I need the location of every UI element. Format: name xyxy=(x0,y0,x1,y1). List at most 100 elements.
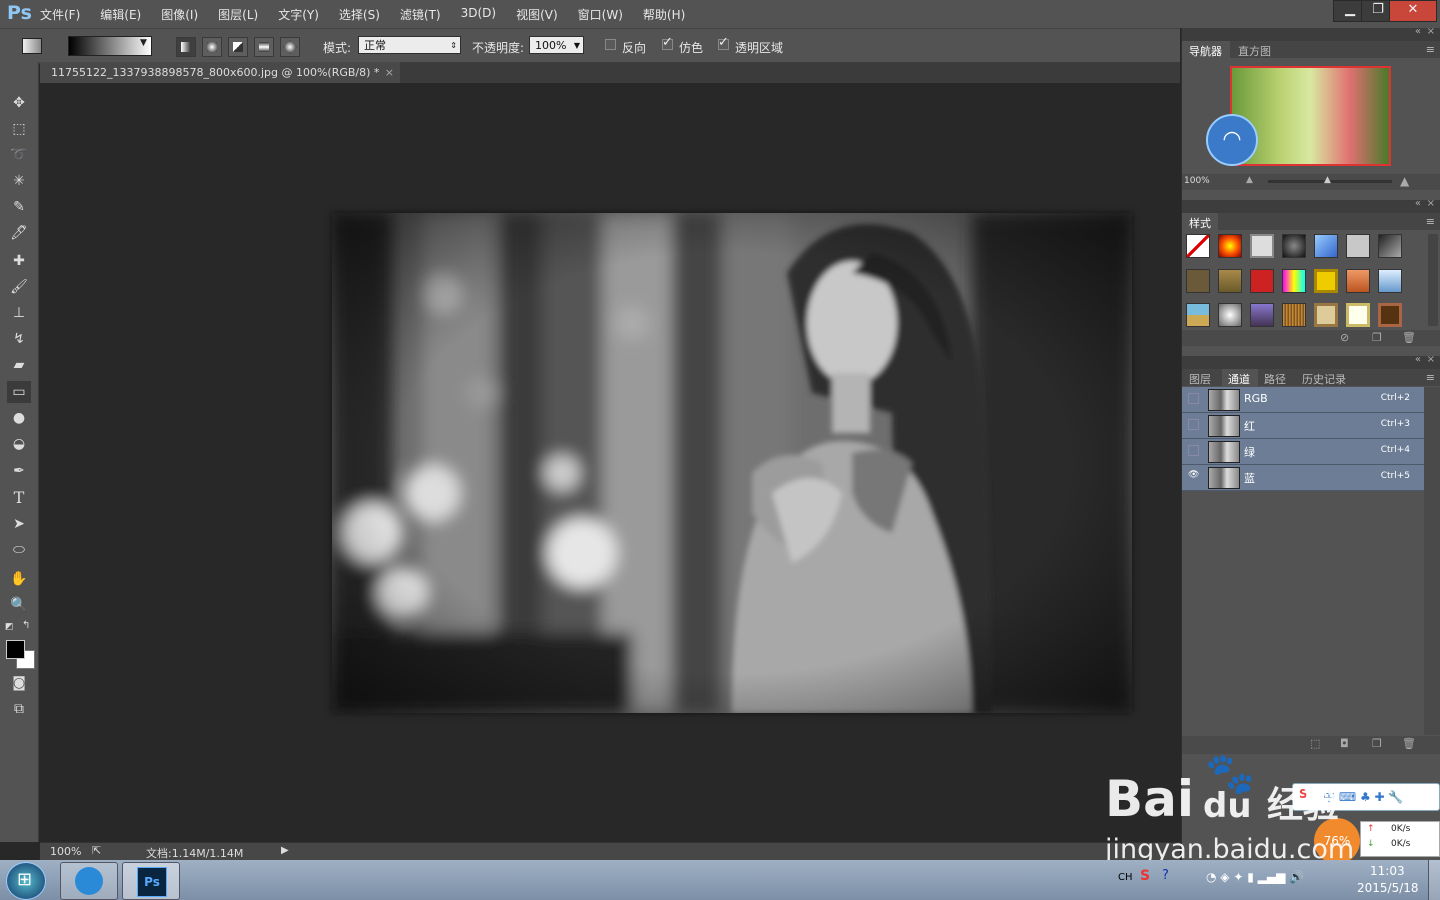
tab-history[interactable]: 历史记录 xyxy=(1302,371,1346,387)
menu-image[interactable]: 图像(I) xyxy=(161,6,198,23)
history-brush-icon[interactable]: ↯ xyxy=(7,328,31,350)
close-icon[interactable]: × xyxy=(1427,26,1435,37)
collapse-icon[interactable]: « xyxy=(1415,354,1421,365)
menu-view[interactable]: 视图(V) xyxy=(516,6,558,23)
taskbar-app-photoshop[interactable]: Ps xyxy=(122,862,180,900)
zoom-slider-handle[interactable]: ▲ xyxy=(1324,175,1331,185)
style-swatch[interactable] xyxy=(1218,268,1242,293)
clear-style-icon[interactable]: ⊘ xyxy=(1340,331,1349,344)
transparency-checkbox[interactable] xyxy=(718,35,729,50)
style-swatch[interactable] xyxy=(1218,303,1242,328)
hand-tool-icon[interactable]: ✋ xyxy=(7,568,31,590)
eye-icon[interactable]: 👁 xyxy=(1188,471,1199,482)
linear-gradient-button[interactable] xyxy=(176,37,196,57)
start-button[interactable]: ⊞ xyxy=(6,862,46,900)
lasso-tool-icon[interactable]: ➰ xyxy=(7,144,31,166)
taskbar-app-browser[interactable] xyxy=(60,862,118,900)
reflected-gradient-button[interactable] xyxy=(254,37,274,57)
style-none[interactable] xyxy=(1186,234,1210,258)
gradient-tool-icon[interactable] xyxy=(22,38,42,54)
menu-help[interactable]: 帮助(H) xyxy=(643,6,685,23)
chevron-down-icon[interactable]: ▼ xyxy=(140,38,147,48)
channel-row[interactable]: 绿 Ctrl+4 xyxy=(1182,439,1424,465)
crop-tool-icon[interactable]: ✎ xyxy=(7,196,31,218)
close-icon[interactable]: × xyxy=(1427,198,1435,209)
ellipse-tool-icon[interactable]: ⬭ xyxy=(7,539,31,561)
dither-checkbox[interactable] xyxy=(662,35,673,50)
swap-colors-icon[interactable]: ↰ xyxy=(22,620,30,631)
menu-file[interactable]: 文件(F) xyxy=(40,6,80,23)
menu-layer[interactable]: 图层(L) xyxy=(218,6,258,23)
stamp-tool-icon[interactable]: ⊥ xyxy=(7,302,31,324)
style-swatch[interactable] xyxy=(1314,234,1338,258)
style-swatch[interactable] xyxy=(1186,303,1210,328)
help-icon[interactable]: ? xyxy=(1162,868,1169,883)
foreground-color-swatch[interactable] xyxy=(6,640,25,659)
zoom-tool-icon[interactable]: 🔍 xyxy=(7,594,31,616)
show-desktop-button[interactable] xyxy=(1428,860,1440,900)
navigator-zoom-value[interactable]: 100% xyxy=(1184,176,1210,186)
style-swatch[interactable] xyxy=(1250,268,1274,293)
style-swatch[interactable] xyxy=(1346,268,1370,293)
style-swatch[interactable] xyxy=(1282,268,1306,293)
tab-channels[interactable]: 通道 xyxy=(1228,371,1250,387)
eraser-tool-icon[interactable]: ▰ xyxy=(7,354,31,376)
healing-brush-icon[interactable]: ✚ xyxy=(7,250,31,272)
opacity-input[interactable]: 100% ▼ xyxy=(529,36,584,54)
new-channel-icon[interactable]: ❐ xyxy=(1372,737,1382,750)
eyedropper-icon[interactable]: 🖊 xyxy=(7,222,31,244)
document-image[interactable] xyxy=(332,213,1132,713)
style-swatch[interactable] xyxy=(1282,234,1306,258)
visibility-toggle[interactable] xyxy=(1188,393,1199,404)
close-icon[interactable]: × xyxy=(385,62,394,83)
channels-scrollbar[interactable] xyxy=(1424,387,1440,735)
style-swatch[interactable] xyxy=(1282,303,1306,328)
style-swatch[interactable] xyxy=(1186,268,1210,293)
tab-paths[interactable]: 路径 xyxy=(1264,371,1286,387)
load-selection-icon[interactable]: ⬚ xyxy=(1310,737,1320,750)
menu-window[interactable]: 窗口(W) xyxy=(578,6,623,23)
style-swatch[interactable] xyxy=(1314,268,1338,293)
collapse-icon[interactable]: « xyxy=(1415,198,1421,209)
panel-menu-icon[interactable]: ≡ xyxy=(1426,43,1435,56)
menu-filter[interactable]: 滤镜(T) xyxy=(400,6,441,23)
screen-mode-icon[interactable]: ⧉ xyxy=(7,698,31,720)
radial-gradient-button[interactable] xyxy=(202,37,222,57)
close-icon[interactable]: × xyxy=(1427,354,1435,365)
style-swatch[interactable] xyxy=(1314,303,1338,328)
style-swatch[interactable] xyxy=(1378,303,1402,328)
style-swatch[interactable] xyxy=(1378,268,1402,293)
sogou-tray-icon[interactable]: S xyxy=(1140,868,1150,884)
tab-navigator[interactable]: 导航器 xyxy=(1189,43,1222,59)
gradient-tool-icon[interactable]: ▭ xyxy=(7,381,31,403)
angle-gradient-button[interactable] xyxy=(228,37,248,57)
trash-icon[interactable]: 🗑 xyxy=(1402,331,1416,344)
export-icon[interactable]: ⇱ xyxy=(92,844,101,857)
menu-select[interactable]: 选择(S) xyxy=(339,6,380,23)
brush-tool-icon[interactable]: 🖌 xyxy=(7,276,31,298)
zoom-out-icon[interactable]: ▲ xyxy=(1246,175,1253,185)
mode-select[interactable]: 正常 ⇕ xyxy=(358,36,461,54)
reverse-checkbox[interactable] xyxy=(605,39,616,50)
tab-styles[interactable]: 样式 xyxy=(1189,215,1211,231)
panel-menu-icon[interactable]: ≡ xyxy=(1426,215,1435,228)
diamond-gradient-button[interactable] xyxy=(280,37,300,57)
play-arrow-icon[interactable]: ▶ xyxy=(281,845,289,856)
document-tab[interactable]: 11755122_1337938898578_800x600.jpg @ 100… xyxy=(40,62,400,83)
styles-scrollbar[interactable] xyxy=(1428,234,1438,326)
channel-row[interactable]: 👁 蓝 Ctrl+5 xyxy=(1182,465,1424,491)
magic-wand-icon[interactable]: ✳ xyxy=(7,170,31,192)
default-colors-icon[interactable]: ◩ xyxy=(5,622,14,632)
path-selection-icon[interactable]: ➤ xyxy=(7,513,31,535)
style-swatch[interactable] xyxy=(1250,234,1274,258)
trash-icon[interactable]: 🗑 xyxy=(1402,737,1416,750)
style-swatch[interactable] xyxy=(1346,303,1370,328)
dodge-tool-icon[interactable]: ◒ xyxy=(7,433,31,455)
save-selection-icon[interactable]: ◘ xyxy=(1340,737,1349,750)
move-tool-icon[interactable]: ✥ xyxy=(7,92,31,114)
style-swatch[interactable] xyxy=(1346,234,1370,258)
tray-icons[interactable]: ◔ ◈ ✦ ▮ ▂▄▆ 🔊 xyxy=(1206,870,1304,884)
menu-3d[interactable]: 3D(D) xyxy=(461,6,496,23)
channel-row[interactable]: RGB Ctrl+2 xyxy=(1182,387,1424,413)
clock-time[interactable]: 11:03 xyxy=(1370,864,1405,878)
